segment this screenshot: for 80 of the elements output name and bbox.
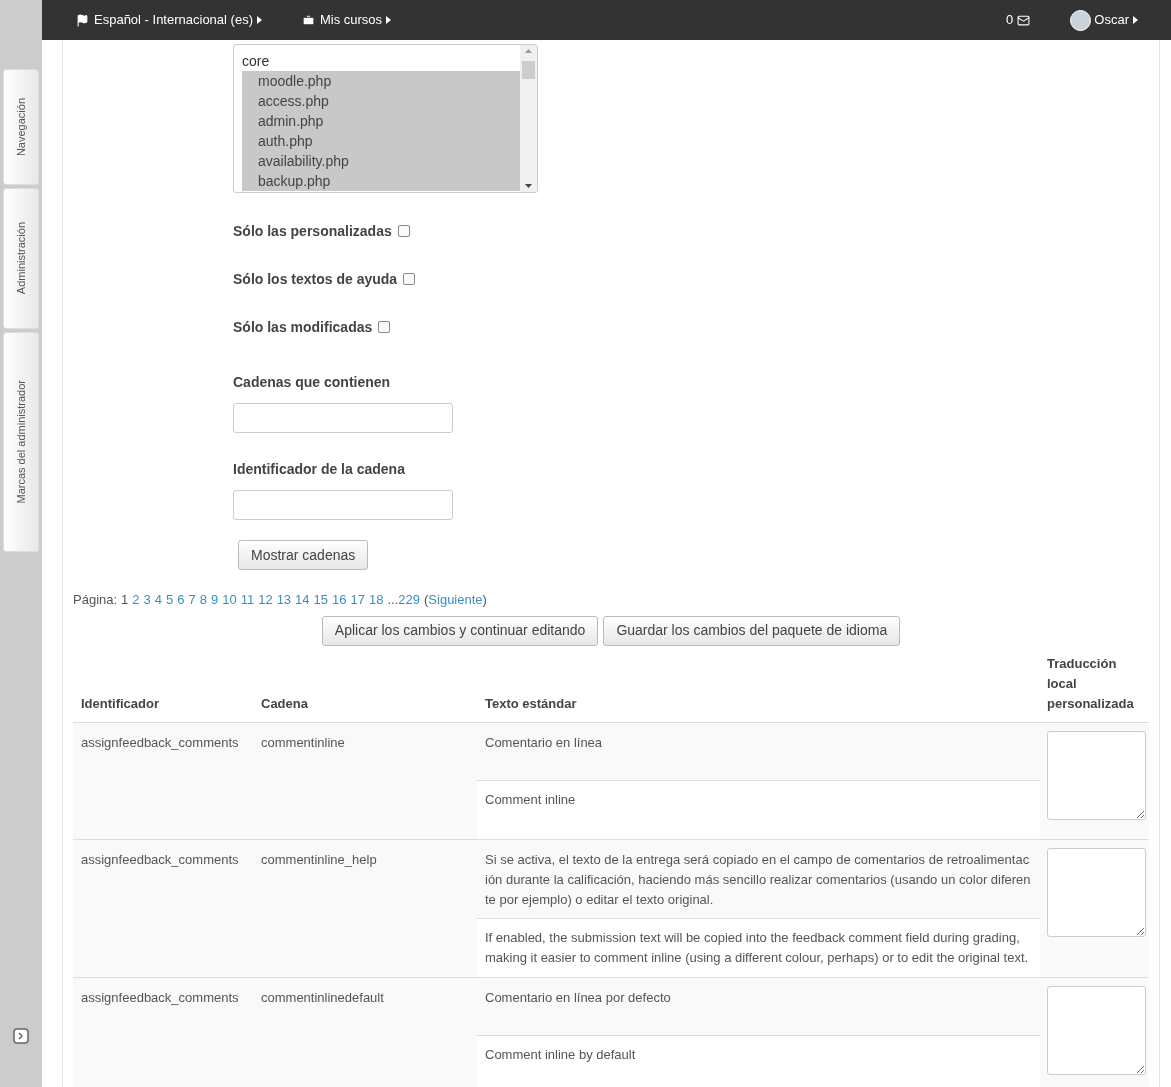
paren: ( xyxy=(424,591,429,609)
dock-tab[interactable]: Navegación xyxy=(3,69,39,185)
pagination-ellipsis: ... xyxy=(387,591,399,609)
table-cell: commentinlinedefault xyxy=(253,977,477,1087)
translation-textarea[interactable] xyxy=(1047,730,1146,820)
caret-icon xyxy=(257,16,262,24)
action-button[interactable]: Aplicar los cambios y continuar editando xyxy=(321,615,599,646)
show-strings-button[interactable]: Mostrar cadenas xyxy=(238,540,369,570)
page-link[interactable]: 10 xyxy=(222,590,237,610)
column-header: Texto estándar xyxy=(477,653,1040,722)
page-link[interactable]: 17 xyxy=(350,590,365,610)
table-cell: commentinline_help xyxy=(253,839,477,977)
local-text: Comentario en línea por defecto xyxy=(477,977,1040,1036)
dock-toggle-icon[interactable] xyxy=(13,1028,29,1044)
page-link[interactable]: 12 xyxy=(258,590,273,610)
page-link[interactable]: 229 xyxy=(398,590,420,610)
filter-checkbox[interactable] xyxy=(397,225,410,237)
action-button[interactable]: Guardar los cambios del paquete de idioma xyxy=(603,615,901,646)
column-header: Traducción local personalizada xyxy=(1040,653,1149,722)
page-link[interactable]: 14 xyxy=(295,590,310,610)
filter-label: Sólo las personalizadas xyxy=(233,221,392,241)
page-link[interactable]: 9 xyxy=(210,590,219,610)
page-link[interactable]: 11 xyxy=(240,590,255,610)
page-link[interactable]: 3 xyxy=(143,590,151,610)
local-text: Si se activa, el texto de la entrega será copiado en el campo de comentarios de retroalimentación durante la calificación, haciendo más sencillo realizar comentarios (usando un color diferente por ejemplo) o editar el texto original. xyxy=(477,839,1040,919)
page-link[interactable]: 7 xyxy=(188,590,196,610)
column-header: Cadena xyxy=(253,653,477,722)
user-menu[interactable]: Oscar xyxy=(1070,9,1138,31)
text-field[interactable] xyxy=(233,490,453,520)
english-text: If enabled, the submission text will be copied into the feedback comment field during grading, making it easier to comment inline (using a different colour, perhaps) or to edit the original text. xyxy=(477,918,1040,977)
courses-menu[interactable]: Mis cursos xyxy=(302,10,392,30)
caret-icon xyxy=(1133,16,1138,24)
group-label: core xyxy=(242,52,271,71)
field-label: Identificador de la cadena xyxy=(233,460,406,479)
avatar xyxy=(1070,9,1092,31)
file-option[interactable]: availability.php xyxy=(242,151,520,171)
translation-textarea[interactable] xyxy=(1047,847,1146,937)
dock-tab[interactable]: Marcas del administrador xyxy=(3,332,39,552)
filter-label: Sólo las modificadas xyxy=(233,317,373,337)
page-link[interactable]: 16 xyxy=(332,590,347,610)
file-option[interactable]: backup.php xyxy=(242,171,520,191)
file-option[interactable]: moodle.php xyxy=(242,71,520,91)
mail-icon xyxy=(1017,13,1031,27)
field-label: Cadenas que contienen xyxy=(233,373,392,392)
page-link[interactable]: 8 xyxy=(199,590,207,610)
page-link[interactable]: 18 xyxy=(369,590,384,610)
briefcase-icon xyxy=(302,13,315,27)
file-option[interactable]: access.php xyxy=(242,91,520,111)
scrollbar[interactable] xyxy=(520,45,537,192)
text-field[interactable] xyxy=(233,403,453,433)
page-link[interactable]: 2 xyxy=(132,590,140,610)
flag-icon xyxy=(76,13,89,27)
page-link[interactable]: 15 xyxy=(313,590,329,610)
language-menu[interactable]: Español - Internacional (es) xyxy=(76,10,262,30)
table-cell: assignfeedback_comments xyxy=(73,839,253,977)
local-text: Comentario en línea xyxy=(477,722,1040,781)
translation-textarea[interactable] xyxy=(1047,985,1146,1075)
table-cell: commentinline xyxy=(253,722,477,839)
column-header: Identificador xyxy=(73,653,253,722)
file-listbox[interactable]: core moodle.php access.php admin.php auth.php availability.php backup.php xyxy=(233,44,538,193)
caret-icon xyxy=(386,16,392,24)
page-link[interactable]: 6 xyxy=(177,590,185,610)
page-link[interactable]: 4 xyxy=(154,590,163,610)
table-cell: assignfeedback_comments xyxy=(73,722,253,839)
english-text: Comment inline by default xyxy=(477,1035,1040,1087)
filter-checkbox[interactable] xyxy=(378,321,391,333)
english-text: Comment inline xyxy=(477,780,1040,839)
file-option[interactable]: auth.php xyxy=(242,131,520,151)
filter-checkbox[interactable] xyxy=(403,273,416,285)
page-link[interactable]: 13 xyxy=(276,590,292,610)
pagination-label: Página: xyxy=(73,591,118,609)
page-link[interactable]: 5 xyxy=(166,590,174,610)
paren: ) xyxy=(482,591,487,609)
next-link[interactable]: Siguiente xyxy=(428,590,483,610)
dock-tab[interactable]: Administración xyxy=(3,188,39,329)
file-option[interactable]: admin.php xyxy=(242,111,520,131)
filter-label: Sólo los textos de ayuda xyxy=(233,269,398,289)
messages-link[interactable]: 0 xyxy=(1006,10,1031,30)
page-link[interactable]: 1 xyxy=(121,590,129,610)
table-cell: assignfeedback_comments xyxy=(73,977,253,1087)
